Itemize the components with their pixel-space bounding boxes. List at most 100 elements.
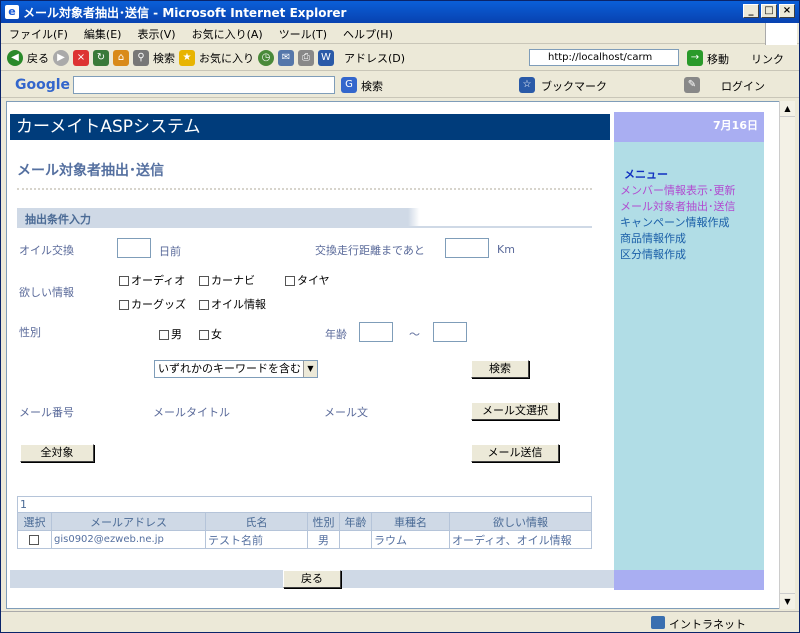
site-banner: カーメイトASPシステム bbox=[10, 114, 610, 140]
menu-view[interactable]: 表示(V) bbox=[129, 26, 183, 42]
audio-checkbox[interactable] bbox=[119, 276, 129, 286]
row-gender: 男 bbox=[307, 530, 340, 549]
intranet-icon bbox=[651, 616, 665, 629]
sidebar: 7月16日 メニュー メンバー情報表示･更新 メール対象者抽出･送信 キャンペー… bbox=[614, 112, 764, 590]
close-button[interactable]: × bbox=[779, 4, 795, 18]
result-count: 1 bbox=[17, 496, 592, 513]
mail-number-label: メール番号 bbox=[19, 406, 74, 419]
sidebar-item-mail[interactable]: メール対象者抽出･送信 bbox=[620, 198, 736, 214]
refresh-icon[interactable]: ↻ bbox=[93, 49, 109, 66]
google-search-input[interactable] bbox=[73, 76, 335, 94]
page-title: メール対象者抽出･送信 bbox=[17, 163, 164, 179]
col-wanted: 欲しい情報 bbox=[449, 512, 592, 531]
forward-icon[interactable]: ▶ bbox=[53, 49, 69, 66]
row-car: ラウム bbox=[371, 530, 450, 549]
age-min-input[interactable] bbox=[359, 322, 393, 342]
address-input[interactable]: http://localhost/carm bbox=[529, 49, 679, 66]
row-age bbox=[339, 530, 372, 549]
word-icon[interactable]: W bbox=[318, 49, 334, 66]
option-tire[interactable]: タイヤ bbox=[285, 272, 330, 288]
stop-icon[interactable]: × bbox=[73, 49, 89, 66]
google-search-icon[interactable]: G bbox=[341, 77, 357, 93]
search-button[interactable]: 検索 bbox=[471, 360, 529, 378]
goods-checkbox[interactable] bbox=[119, 300, 129, 310]
female-checkbox[interactable] bbox=[199, 330, 209, 340]
sidebar-item-member[interactable]: メンバー情報表示･更新 bbox=[620, 182, 736, 198]
favorites-button[interactable]: お気に入り bbox=[199, 50, 254, 66]
search-icon[interactable]: ⚲ bbox=[133, 49, 149, 66]
mail-select-button[interactable]: メール文選択 bbox=[471, 402, 559, 420]
oil-label: オイル交換 bbox=[19, 244, 74, 257]
maximize-button[interactable]: □ bbox=[761, 4, 777, 18]
status-zone: イントラネット bbox=[669, 618, 746, 631]
select-all-button[interactable]: 全対象 bbox=[20, 444, 94, 462]
keyword-mode-select[interactable]: いずれかのキーワードを含む ▼ bbox=[154, 360, 318, 378]
login-button[interactable]: ログイン bbox=[721, 78, 765, 94]
sidebar-title: メニュー bbox=[624, 168, 668, 181]
scroll-up-icon[interactable]: ▲ bbox=[780, 101, 795, 117]
menu-file[interactable]: ファイル(F) bbox=[1, 26, 76, 42]
back-page-button[interactable]: 戻る bbox=[283, 570, 341, 588]
sidebar-item-product[interactable]: 商品情報作成 bbox=[620, 230, 686, 246]
go-button[interactable]: 移動 bbox=[707, 51, 729, 67]
mail-body-label: メール文 bbox=[324, 406, 368, 419]
oil-days-input[interactable] bbox=[117, 238, 151, 258]
navi-checkbox[interactable] bbox=[199, 276, 209, 286]
status-bar: イントラネット bbox=[1, 611, 799, 632]
row-checkbox[interactable] bbox=[28, 535, 39, 545]
col-select: 選択 bbox=[17, 512, 52, 531]
option-female[interactable]: 女 bbox=[199, 326, 222, 342]
go-icon[interactable]: → bbox=[687, 50, 703, 66]
col-email: メールアドレス bbox=[51, 512, 206, 531]
mail-icon[interactable]: ✉ bbox=[278, 49, 294, 66]
menu-favorites[interactable]: お気に入り(A) bbox=[184, 26, 271, 42]
back-icon[interactable]: ◀ bbox=[7, 49, 23, 66]
bookmarks-button[interactable]: ブックマーク bbox=[541, 78, 607, 94]
menu-tools[interactable]: ツール(T) bbox=[271, 26, 335, 42]
option-navi[interactable]: カーナビ bbox=[199, 272, 255, 288]
back-button[interactable]: 戻る bbox=[27, 50, 49, 66]
distance-input[interactable] bbox=[445, 238, 489, 258]
links-button[interactable]: リンク bbox=[751, 51, 784, 67]
row-name: テスト名前 bbox=[205, 530, 308, 549]
star-icon[interactable]: ★ bbox=[179, 49, 195, 66]
age-max-input[interactable] bbox=[433, 322, 467, 342]
search-button[interactable]: 検索 bbox=[153, 50, 175, 66]
menu-help[interactable]: ヘルプ(H) bbox=[335, 26, 401, 42]
option-male[interactable]: 男 bbox=[159, 326, 182, 342]
menu-bar: ファイル(F) 編集(E) 表示(V) お気に入り(A) ツール(T) ヘルプ(… bbox=[1, 24, 799, 44]
distance-label: 交換走行距離まであと bbox=[315, 244, 425, 257]
minimize-button[interactable]: _ bbox=[743, 4, 759, 18]
chevron-down-icon: ▼ bbox=[303, 361, 317, 377]
home-icon[interactable]: ⌂ bbox=[113, 49, 129, 66]
col-name: 氏名 bbox=[205, 512, 308, 531]
history-icon[interactable]: ◷ bbox=[258, 49, 274, 66]
oil-checkbox[interactable] bbox=[199, 300, 209, 310]
bookmark-star-icon[interactable]: ☆ bbox=[519, 77, 535, 93]
browser-window: e メール対象者抽出･送信 - Microsoft Internet Explo… bbox=[0, 0, 800, 633]
google-search-button[interactable]: 検索 bbox=[361, 78, 383, 94]
gender-label: 性別 bbox=[19, 326, 41, 339]
google-toolbar: Google G 検索 ☆ ブックマーク ✎ ログイン bbox=[1, 72, 799, 98]
title-divider bbox=[17, 184, 592, 190]
sidebar-item-category[interactable]: 区分情報作成 bbox=[620, 246, 686, 262]
distance-unit: Km bbox=[497, 243, 515, 256]
settings-wrench-icon[interactable]: ✎ bbox=[684, 77, 700, 93]
section-header: 抽出条件入力 bbox=[17, 208, 592, 228]
google-logo[interactable]: Google bbox=[15, 77, 70, 93]
ie-icon: e bbox=[5, 5, 19, 19]
send-mail-button[interactable]: メール送信 bbox=[471, 444, 559, 462]
row-email: gis0902@ezweb.ne.jp bbox=[51, 530, 206, 549]
print-icon[interactable]: ⎙ bbox=[298, 49, 314, 66]
menu-edit[interactable]: 編集(E) bbox=[76, 26, 130, 42]
scroll-down-icon[interactable]: ▼ bbox=[780, 593, 795, 609]
option-oil[interactable]: オイル情報 bbox=[199, 296, 266, 312]
option-goods[interactable]: カーグッズ bbox=[119, 296, 186, 312]
sidebar-item-campaign[interactable]: キャンペーン情報作成 bbox=[620, 214, 729, 230]
tire-checkbox[interactable] bbox=[285, 276, 295, 286]
vertical-scrollbar[interactable]: ▲ ▼ bbox=[779, 101, 795, 609]
option-audio[interactable]: オーディオ bbox=[119, 272, 185, 288]
male-checkbox[interactable] bbox=[159, 330, 169, 340]
row-wanted: オーディオ、オイル情報 bbox=[449, 530, 592, 549]
age-separator: ～ bbox=[409, 328, 420, 341]
